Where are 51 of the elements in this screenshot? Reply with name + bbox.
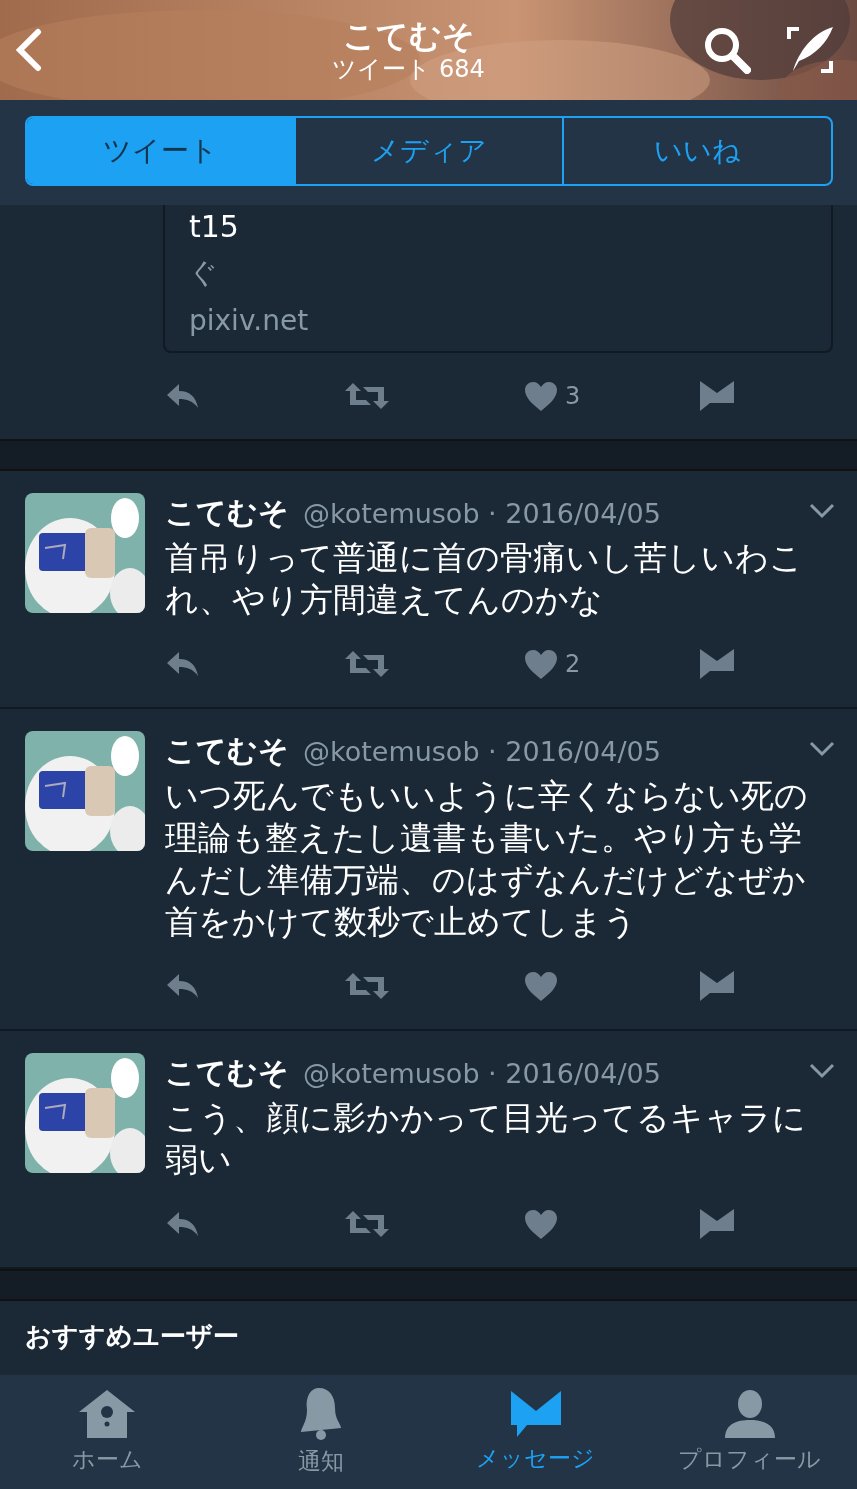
author-name: こてむそ — [165, 1054, 289, 1092]
reply-icon[interactable] — [165, 650, 201, 678]
nav-tab[interactable]: ホーム — [0, 1375, 215, 1489]
segment-tab[interactable]: ツイート — [27, 118, 294, 184]
envelope-icon[interactable] — [700, 971, 734, 1001]
card-description: ぐ — [189, 255, 219, 291]
reply-icon[interactable] — [165, 1210, 201, 1238]
tweet-count: ツイート 684 — [332, 55, 485, 83]
retweet-icon[interactable] — [345, 1209, 389, 1239]
reply-icon[interactable] — [165, 972, 201, 1000]
retweet-icon[interactable] — [345, 381, 389, 411]
profile-name: こてむそ — [342, 17, 475, 55]
reply-icon[interactable] — [165, 382, 201, 410]
search-icon[interactable] — [703, 26, 751, 74]
retweet-icon[interactable] — [345, 971, 389, 1001]
like-count: 3 — [565, 382, 581, 410]
card-domain: pixiv.net — [189, 303, 310, 339]
nav-tab[interactable]: プロフィール — [642, 1375, 857, 1489]
segment-tab[interactable]: いいね — [562, 118, 831, 184]
chevron-icon[interactable] — [809, 503, 835, 519]
like-count: 2 — [565, 650, 581, 678]
person-icon — [724, 1389, 775, 1438]
author-name: こてむそ — [165, 732, 289, 770]
segment-tab[interactable]: メディア — [293, 118, 563, 184]
bell-icon — [299, 1387, 344, 1440]
envelope-icon[interactable] — [700, 381, 734, 411]
heart-icon[interactable] — [525, 649, 557, 679]
tweet-text: いつ死んでもいいように辛くならない死の理論も整えたし遺書も書いた。やり方も学んだし準備万端、のはずなんだけどなぜか首をかけて数秒で止めてしまう — [165, 775, 809, 943]
tweet-meta: @kotemusob · 2016/04/05 — [303, 1058, 661, 1089]
tweet-meta: @kotemusob · 2016/04/05 — [303, 736, 661, 767]
heart-icon[interactable] — [525, 381, 557, 411]
section-title: おすすめユーザー — [25, 1321, 240, 1351]
envelope-icon[interactable] — [700, 649, 734, 679]
back-icon[interactable] — [14, 28, 44, 72]
author-name: こてむそ — [165, 494, 289, 532]
nav-tab[interactable]: メッセージ — [428, 1375, 643, 1489]
card-title: t15 — [189, 208, 240, 246]
heart-icon[interactable] — [525, 971, 557, 1001]
chevron-icon[interactable] — [809, 1063, 835, 1079]
tweet-text: こう、顔に影かかって目光ってるキャラに弱い — [165, 1097, 807, 1181]
compose-icon[interactable] — [785, 25, 835, 75]
tweet-meta: @kotemusob · 2016/04/05 — [303, 498, 661, 529]
link-card[interactable]: t15 ぐ pixiv.net — [163, 205, 833, 353]
tweet-text: 首吊りって普通に首の骨痛いし苦しいわこれ、やり方間違えてんのかな — [165, 537, 804, 621]
heart-icon[interactable] — [525, 1209, 557, 1239]
message-icon — [510, 1390, 561, 1437]
chevron-icon[interactable] — [809, 741, 835, 757]
retweet-icon[interactable] — [345, 649, 389, 679]
nav-tab[interactable]: 通知 — [214, 1375, 429, 1489]
envelope-icon[interactable] — [700, 1209, 734, 1239]
birdhouse-icon — [79, 1389, 136, 1438]
